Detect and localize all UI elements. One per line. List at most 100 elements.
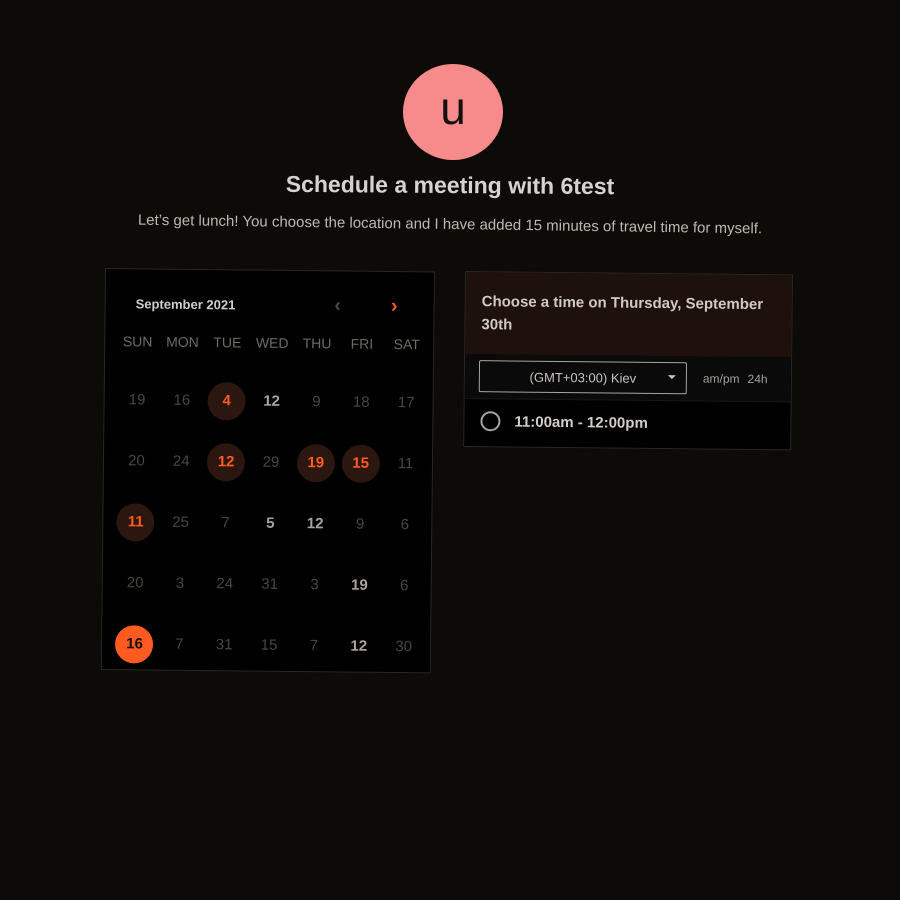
calendar-day: 7: [309, 637, 319, 655]
avatar-letter: u: [440, 82, 466, 134]
calendar-day-cell: 12: [336, 615, 381, 676]
calendar-day-cell: 4: [204, 370, 249, 431]
weekday-header: SUN MON TUE WED THU FRI SAT: [115, 333, 429, 352]
calendar-header: September 2021 ‹ ›: [136, 291, 404, 318]
calendar-day: 16: [173, 391, 191, 409]
weekday-label: WED: [255, 334, 289, 351]
calendar-day-cell: 15: [338, 432, 383, 493]
caret-down-icon: [667, 375, 676, 380]
calendar-day-cell: 3: [292, 554, 337, 615]
calendar-day: 7: [175, 635, 184, 653]
calendar-day-cell: 9: [294, 371, 339, 432]
calendar-day-cell: 20: [112, 552, 157, 613]
chevron-right-icon[interactable]: ›: [391, 295, 398, 317]
time-panel-heading: Choose a time on Thursday, September 30t…: [465, 272, 792, 358]
calendar-day-cell: 7: [291, 615, 336, 676]
calendar-day-cell: 19: [293, 432, 338, 493]
time-format-toggle: am/pm 24h: [703, 371, 768, 386]
calendar-day-cell: 9: [337, 493, 382, 554]
calendar-day-cell: 6: [382, 555, 427, 616]
weekday-label: SAT: [393, 336, 420, 353]
selected-day[interactable]: 16: [115, 624, 154, 664]
calendar-day-cell: 31: [247, 554, 292, 615]
calendar-day: 25: [172, 513, 190, 531]
calendar-day: 3: [310, 576, 319, 594]
time-slot[interactable]: 11:00am - 12:00pm: [464, 399, 790, 446]
calendar-day-cell: 6: [382, 494, 427, 555]
calendar-day: 20: [127, 452, 145, 470]
time-slot-label: 11:00am - 12:00pm: [514, 413, 648, 432]
calendar-day: 31: [215, 636, 233, 654]
calendar-day: 6: [399, 577, 409, 595]
calendar-day-cell: 11: [383, 433, 428, 494]
available-day[interactable]: 19: [296, 443, 336, 482]
calendar-day-cell: 19: [114, 369, 159, 430]
calendar-day-cell: 25: [158, 492, 203, 553]
calendar-nav: ‹ ›: [334, 294, 398, 317]
calendar-day: 15: [260, 636, 278, 654]
calendar-day: 30: [395, 638, 413, 656]
calendar-days: 19 16 4 12 9 18 17 20 24 12 29 19 15 11 11 25 7 5 12 9 6 20 3 2…: [112, 369, 429, 677]
calendar-day-cell: 31: [201, 614, 246, 675]
timezone-value: (GMT+03:00) Kiev: [529, 369, 637, 386]
available-day[interactable]: 15: [341, 443, 380, 483]
calendar-day-cell: 15: [246, 615, 291, 676]
calendar-day-cell: 30: [381, 616, 426, 677]
time-panel-toolbar: (GMT+03:00) Kiev am/pm 24h: [464, 354, 792, 403]
radio-icon[interactable]: [480, 411, 501, 432]
calendar-day: 7: [221, 514, 230, 532]
calendar-day: 29: [262, 453, 280, 471]
weekday-label: SUN: [122, 333, 153, 350]
calendar-day-cell: 16: [159, 370, 204, 431]
calendar-day-cell: 24: [202, 553, 247, 614]
calendar-day: 19: [350, 576, 368, 594]
calendar-day: 3: [175, 574, 185, 592]
calendar-day-cell: 18: [339, 371, 384, 432]
available-day[interactable]: 11: [116, 502, 155, 542]
calendar-day-cell: 3: [157, 553, 202, 614]
calendar-day-cell: 12: [249, 371, 294, 432]
calendar-day: 12: [306, 515, 324, 533]
format-24h-option[interactable]: 24h: [747, 372, 767, 386]
available-day[interactable]: 12: [206, 442, 246, 481]
calendar-day-cell: 19: [337, 554, 382, 615]
calendar-day: 18: [352, 393, 370, 411]
format-ampm-option[interactable]: am/pm: [703, 371, 740, 385]
calendar-day-cell: 12: [292, 493, 337, 554]
available-day[interactable]: 4: [207, 381, 246, 420]
calendar-day: 17: [397, 394, 415, 412]
chevron-left-icon[interactable]: ‹: [334, 294, 341, 316]
page-title: Schedule a meeting with 6test: [285, 170, 615, 200]
time-slot-list: 11:00am - 12:00pm: [464, 399, 790, 446]
weekday-label: MON: [166, 333, 199, 350]
calendar-day: 12: [350, 637, 368, 655]
calendar-day-cell: 7: [157, 614, 202, 675]
weekday-label: FRI: [350, 335, 374, 352]
timezone-select[interactable]: (GMT+03:00) Kiev: [478, 360, 688, 395]
calendar-day: 5: [266, 514, 275, 532]
calendar-day-cell: 12: [203, 431, 248, 492]
calendar-day: 6: [400, 516, 410, 534]
calendar-day-cell: 29: [248, 432, 293, 493]
calendar-day-cell: 17: [383, 372, 428, 433]
calendar-day: 12: [263, 392, 281, 410]
avatar: u: [403, 64, 503, 160]
time-panel: Choose a time on Thursday, September 30t…: [463, 271, 793, 451]
calendar-day-cell: 24: [159, 431, 204, 492]
calendar-day: 24: [216, 575, 234, 593]
calendar-month-label: September 2021: [135, 295, 236, 312]
calendar-day: 24: [172, 452, 190, 470]
calendar-day: 9: [312, 393, 321, 411]
weekday-label: THU: [302, 335, 332, 352]
calendar-day: 19: [128, 391, 146, 409]
calendar: September 2021 ‹ › SUN MON TUE WED THU FRI SAT…: [100, 268, 435, 674]
calendar-day-cell: 7: [203, 492, 248, 553]
page-subtitle: Let’s get lunch! You choose the location…: [137, 211, 763, 238]
calendar-day: 31: [261, 575, 279, 593]
calendar-day-cell: 5: [248, 493, 293, 554]
calendar-day: 20: [126, 574, 144, 592]
calendar-day-cell: 20: [114, 430, 159, 491]
calendar-day: 11: [397, 455, 414, 473]
calendar-day-cell: 16: [112, 613, 157, 674]
calendar-day-cell: 11: [113, 491, 158, 552]
